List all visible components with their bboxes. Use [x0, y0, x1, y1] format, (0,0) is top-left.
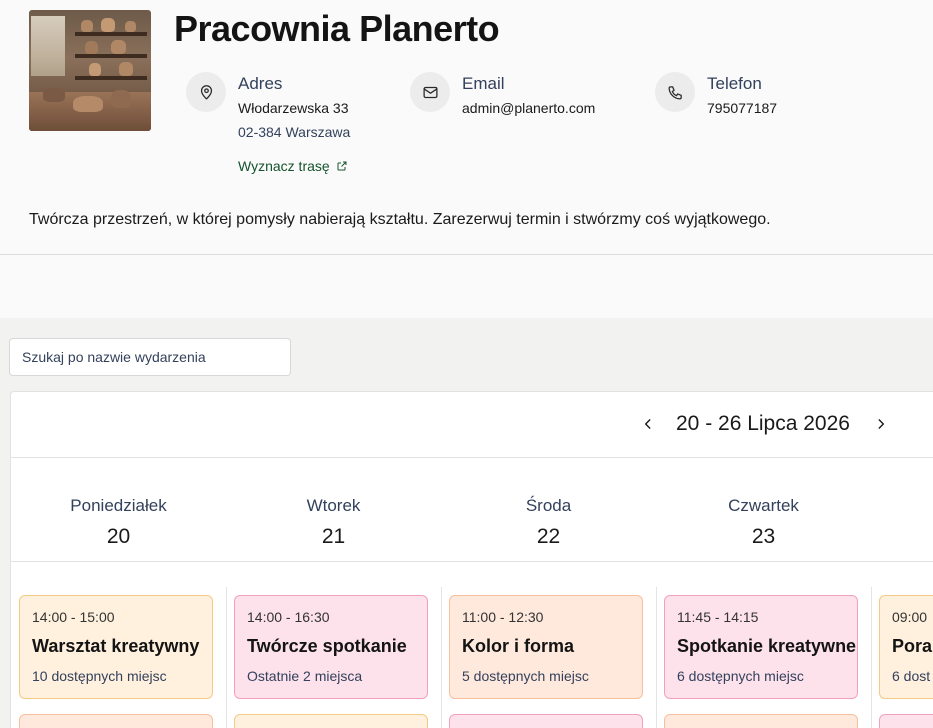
day-header-thursday: Czwartek 23 [656, 496, 871, 549]
email-value[interactable]: admin@planerto.com [462, 100, 595, 116]
event-card-partial[interactable] [664, 714, 858, 728]
event-availability: 6 dost [892, 668, 931, 684]
address-label: Adres [238, 74, 283, 93]
event-card[interactable]: 11:00 - 12:30 Kolor i forma 5 dostępnych… [449, 595, 643, 699]
route-link-label: Wyznacz trasę [238, 158, 330, 174]
event-card-partial[interactable] [449, 714, 643, 728]
event-name: Spotkanie kreatywne [677, 636, 857, 656]
event-name: Poran [892, 636, 933, 656]
day-header-wednesday: Środa 22 [441, 496, 656, 549]
event-card-partial[interactable] [234, 714, 428, 728]
page-title: Pracownia Planerto [174, 8, 500, 49]
event-name: Twórcze spotkanie [247, 636, 407, 656]
event-time: 14:00 - 15:00 [32, 609, 115, 625]
studio-description: Twórcza przestrzeń, w której pomysły nab… [29, 211, 771, 228]
event-card-partial[interactable] [879, 714, 933, 728]
event-name: Kolor i forma [462, 636, 575, 656]
address-street: Włodarzewska 33 [238, 100, 349, 116]
day-name: Poniedziałek [70, 496, 167, 515]
mail-icon [410, 72, 450, 112]
prev-week-button[interactable] [638, 414, 658, 436]
column-separator [441, 587, 442, 728]
event-card[interactable]: 09:00 Poran 6 dost [879, 595, 933, 699]
days-header: Poniedziałek 20 Wtorek 21 Środa 22 Czwar… [11, 458, 933, 562]
day-header-tuesday: Wtorek 21 [226, 496, 441, 549]
event-time: 11:00 - 12:30 [462, 609, 544, 625]
phone-block: Telefon 795077187 [655, 72, 777, 116]
week-navigation: 20 - 26 Lipca 2026 [11, 392, 933, 458]
external-link-icon [337, 161, 347, 171]
address-city: 02-384 Warszawa [238, 124, 351, 140]
calendar-section: 20 - 26 Lipca 2026 Poniedziałek 20 Wtore… [0, 318, 933, 728]
event-time: 14:00 - 16:30 [247, 609, 330, 625]
header-divider [0, 254, 933, 255]
event-time: 11:45 - 14:15 [677, 609, 759, 625]
event-card[interactable]: 11:45 - 14:15 Spotkanie kreatywne 6 dost… [664, 595, 858, 699]
day-name: Wtorek [306, 496, 361, 515]
chevron-right-icon [878, 418, 885, 429]
event-card[interactable]: 14:00 - 16:30 Twórcze spotkanie Ostatnie… [234, 595, 428, 699]
event-search-input[interactable] [9, 338, 291, 376]
day-header-monday: Poniedziałek 20 [11, 496, 226, 549]
event-availability: Ostatnie 2 miejsca [247, 668, 363, 684]
event-availability: 10 dostępnych miejsc [32, 668, 167, 684]
event-availability: 5 dostępnych miejsc [462, 668, 589, 684]
day-number: 20 [106, 525, 131, 548]
day-number: 23 [751, 525, 776, 548]
next-week-button[interactable] [871, 414, 891, 436]
week-calendar: 20 - 26 Lipca 2026 Poniedziałek 20 Wtore… [10, 391, 933, 728]
event-availability: 6 dostępnych miejsc [677, 668, 804, 684]
column-separator [871, 587, 872, 728]
day-name: Środa [525, 496, 572, 515]
phone-icon [655, 72, 695, 112]
phone-value[interactable]: 795077187 [707, 100, 777, 116]
event-card[interactable]: 14:00 - 15:00 Warsztat kreatywny 10 dost… [19, 595, 213, 699]
event-card-partial[interactable] [19, 714, 213, 728]
day-name: Czwartek [728, 496, 799, 515]
address-block: Adres Włodarzewska 33 02-384 Warszawa Wy… [186, 72, 350, 176]
week-range: 20 - 26 Lipca 2026 [676, 412, 850, 435]
day-number: 21 [321, 525, 346, 548]
column-separator [226, 587, 227, 728]
studio-header: Pracownia Planerto Adres Włodarzewska 33… [0, 0, 933, 254]
email-block: Email admin@planerto.com [410, 72, 595, 116]
email-label: Email [462, 74, 505, 93]
route-link[interactable]: Wyznacz trasę [238, 158, 348, 174]
chevron-left-icon [644, 418, 651, 429]
day-number: 22 [536, 525, 561, 548]
map-pin-icon [186, 72, 226, 112]
column-separator [656, 587, 657, 728]
studio-cover-image [29, 10, 151, 131]
phone-label: Telefon [707, 74, 762, 93]
event-time: 09:00 [892, 609, 928, 625]
event-name: Warsztat kreatywny [32, 636, 200, 656]
